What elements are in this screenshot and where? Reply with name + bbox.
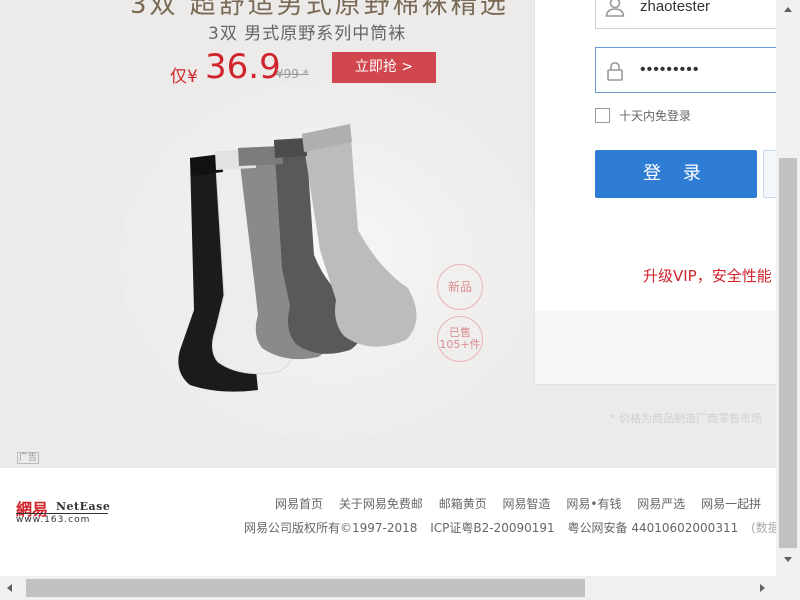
- scroll-right-arrow-icon[interactable]: [752, 576, 772, 600]
- scroll-down-arrow-icon[interactable]: [776, 550, 800, 570]
- register-button[interactable]: [763, 150, 776, 198]
- ad-tag: 广告: [17, 452, 40, 464]
- footer-link-yellow-pages[interactable]: 邮箱黄页: [439, 497, 487, 511]
- username-value: zhaotester: [640, 0, 711, 15]
- icp-license[interactable]: ICP证粤B2-20090191: [430, 521, 554, 535]
- horizontal-scrollbar[interactable]: [0, 576, 776, 600]
- socks-image: [178, 124, 417, 392]
- copyright-text: 网易公司版权所有©1997-2018: [244, 521, 418, 535]
- vertical-scroll-thumb[interactable]: [779, 158, 797, 548]
- netease-logo[interactable]: 網易 NetEase www.163.com: [16, 496, 111, 528]
- logo-english: NetEase: [56, 500, 111, 513]
- password-value: •••••••••: [640, 61, 700, 78]
- banner-subtitle: 3双 男式原野系列中筒袜: [208, 24, 407, 44]
- copyright-row: 网易公司版权所有©1997-2018 ICP证粤B2-20090191 粤公网安…: [244, 519, 800, 536]
- logo-url: www.163.com: [16, 515, 91, 525]
- lock-icon: [607, 62, 623, 81]
- footer-link-youqian[interactable]: 网易•有钱: [566, 497, 621, 511]
- banner-title-partial: 3双 超舒适男式原野棉袜精选: [130, 0, 509, 20]
- vip-promo-link[interactable]: 升级VIP，安全性能: [643, 265, 772, 286]
- footer-links: 网易首页 关于网易免费邮 邮箱黄页 网易智造 网易•有钱 网易严选 网易一起拼: [275, 495, 773, 512]
- login-button[interactable]: 登 录: [595, 150, 757, 198]
- footer-link-home[interactable]: 网易首页: [275, 497, 323, 511]
- remember-checkbox[interactable]: [595, 108, 610, 123]
- user-icon: [605, 0, 625, 17]
- login-panel: zhaotester ••••••••• 十天内免登录 登 录 升级VIP，安全…: [534, 0, 776, 385]
- footer-link-yiqipin[interactable]: 网易一起拼: [701, 497, 761, 511]
- sold-count: 105+件: [439, 338, 481, 351]
- logo-divider: [16, 513, 108, 514]
- vertical-scrollbar[interactable]: [776, 0, 800, 576]
- price-disclaimer: * 价格为商品制造厂商零售市场: [610, 412, 762, 425]
- price-prefix: 仅¥: [170, 67, 198, 87]
- promo-banner[interactable]: 3双 超舒适男式原野棉袜精选 3双 男式原野系列中筒袜 仅¥ 36.9 ¥99 …: [0, 0, 776, 468]
- login-panel-footer: [535, 311, 776, 384]
- sold-count-badge: 已售 105+件: [437, 316, 483, 362]
- horizontal-scroll-thumb[interactable]: [26, 579, 585, 597]
- footer-link-yanxuan[interactable]: 网易严选: [637, 497, 685, 511]
- scrollbar-corner: [776, 576, 800, 600]
- footer-link-about[interactable]: 关于网易免费邮: [339, 497, 423, 511]
- price-value: 36.9: [205, 47, 281, 87]
- original-price: ¥99 *: [276, 67, 309, 81]
- buy-now-button[interactable]: 立即抢 >: [332, 52, 436, 83]
- password-field[interactable]: •••••••••: [595, 47, 776, 93]
- police-record[interactable]: 粤公网安备 44010602000311: [568, 521, 739, 535]
- scroll-up-arrow-icon[interactable]: [776, 0, 800, 20]
- username-field[interactable]: zhaotester: [595, 0, 776, 29]
- new-badge: 新品: [437, 264, 483, 310]
- scroll-left-arrow-icon[interactable]: [0, 576, 20, 600]
- page-footer: 網易 NetEase www.163.com 网易首页 关于网易免费邮 邮箱黄页…: [0, 468, 800, 576]
- footer-link-zhizao[interactable]: 网易智造: [503, 497, 551, 511]
- remember-label: 十天内免登录: [619, 109, 692, 123]
